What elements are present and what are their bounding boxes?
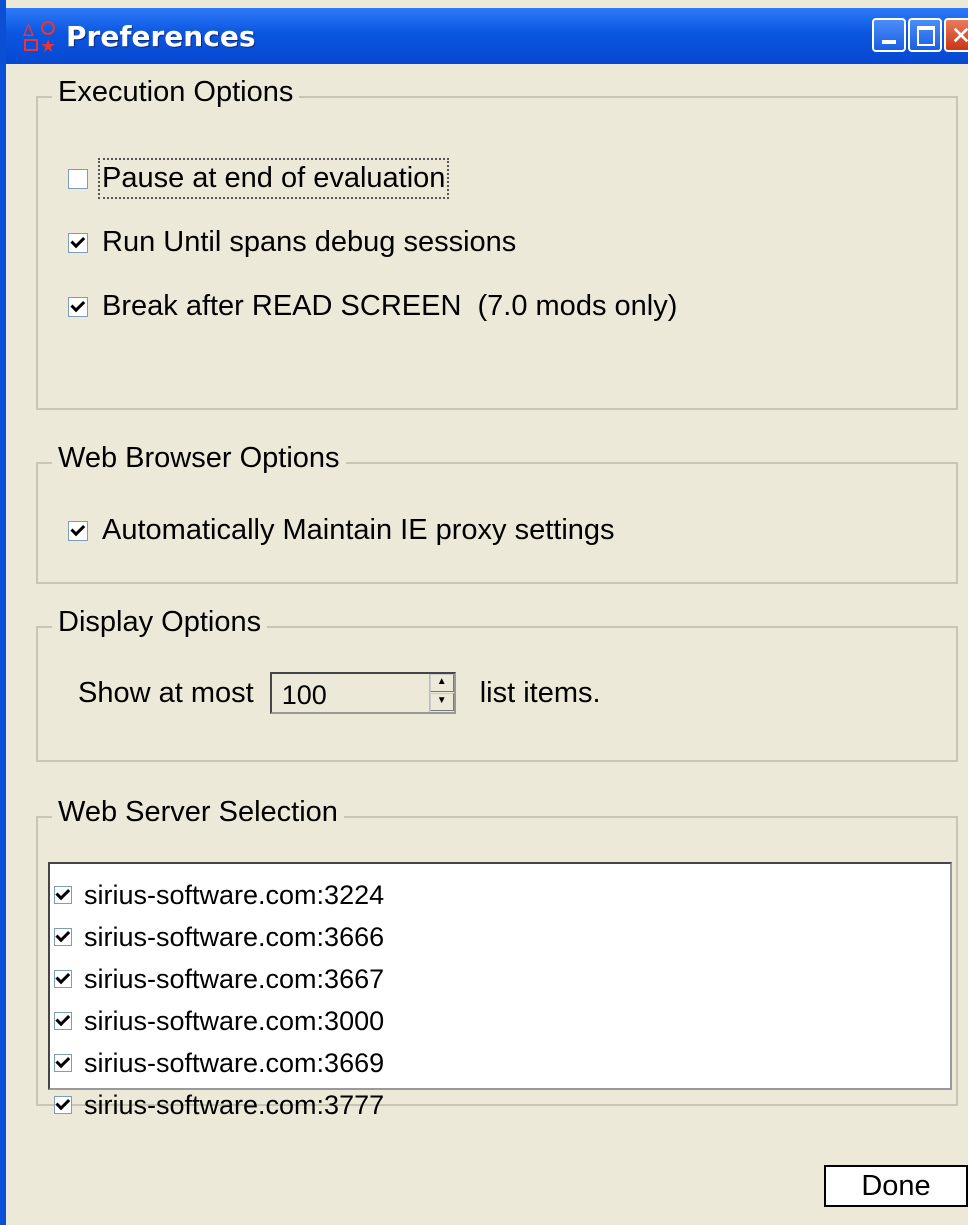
checkbox-box[interactable] — [54, 1054, 72, 1072]
arrow-up-icon: ▲ — [436, 676, 447, 687]
checkbox-box[interactable] — [54, 928, 72, 946]
done-button[interactable]: Done — [824, 1165, 968, 1207]
run-until-checkbox[interactable]: Run Until spans debug sessions — [68, 226, 516, 259]
title-bar[interactable]: Δ ★ Preferences — [6, 8, 968, 64]
list-items-spinbox[interactable]: 100 ▲ ▼ — [269, 672, 456, 714]
spin-up-button[interactable]: ▲ — [429, 674, 454, 692]
spin-down-button[interactable]: ▼ — [429, 693, 454, 711]
maximize-icon — [917, 26, 935, 46]
preferences-window: Δ ★ Preferences Execution Options Pause … — [0, 0, 968, 1225]
checkbox-box[interactable] — [68, 296, 88, 317]
checkbox-box[interactable] — [54, 886, 72, 904]
checkbox-box[interactable] — [54, 1012, 72, 1030]
pause-at-end-checkbox[interactable]: Pause at end of evaluation — [68, 158, 450, 199]
server-list-item[interactable]: sirius-software.com:3666 — [50, 916, 950, 958]
maximize-button[interactable] — [908, 18, 942, 52]
checkbox-box[interactable] — [54, 970, 72, 988]
minimize-icon — [882, 40, 896, 44]
minimize-button[interactable] — [872, 18, 906, 52]
checkbox-box[interactable] — [68, 232, 88, 253]
close-button[interactable] — [944, 18, 968, 52]
web-browser-options-legend: Web Browser Options — [52, 442, 346, 475]
server-list[interactable]: sirius-software.com:3224 sirius-software… — [48, 862, 952, 1120]
list-items-label: list items. — [479, 676, 601, 709]
checkbox-label: Break after READ SCREEN (7.0 mods only) — [102, 290, 678, 322]
server-list-item[interactable]: sirius-software.com:3224 — [50, 874, 950, 916]
break-after-read-screen-checkbox[interactable]: Break after READ SCREEN (7.0 mods only) — [68, 290, 677, 323]
display-options-legend: Display Options — [52, 606, 268, 639]
checkbox-box[interactable] — [54, 1096, 72, 1114]
arrow-down-icon: ▼ — [436, 695, 447, 706]
maintain-ie-proxy-checkbox[interactable]: Automatically Maintain IE proxy settings — [68, 514, 615, 547]
server-label: sirius-software.com:3000 — [84, 1005, 385, 1036]
checkbox-label: Pause at end of evaluation — [97, 158, 450, 199]
checkbox-box[interactable] — [68, 520, 88, 541]
checkbox-label: Automatically Maintain IE proxy settings — [102, 514, 615, 546]
server-list-item[interactable]: sirius-software.com:3777 — [50, 1084, 950, 1126]
show-at-most-label: Show at most — [78, 676, 254, 709]
web-server-selection-legend: Web Server Selection — [52, 796, 344, 829]
server-list-item[interactable]: sirius-software.com:3000 — [50, 1000, 950, 1042]
checkbox-label: Run Until spans debug sessions — [102, 226, 517, 258]
server-list-item[interactable]: sirius-software.com:3669 — [50, 1042, 950, 1084]
close-icon — [953, 27, 968, 43]
server-label: sirius-software.com:3666 — [84, 921, 385, 952]
server-label: sirius-software.com:3777 — [84, 1089, 385, 1120]
server-list-item[interactable]: sirius-software.com:3667 — [50, 958, 950, 1000]
checkbox-box[interactable] — [68, 168, 88, 189]
execution-options-legend: Execution Options — [52, 76, 300, 109]
show-at-most-row: Show at most 100 ▲ ▼ list items. — [78, 672, 601, 714]
server-label: sirius-software.com:3667 — [84, 963, 385, 994]
server-label: sirius-software.com:3224 — [84, 879, 385, 910]
svg-text:★: ★ — [40, 36, 56, 54]
server-label: sirius-software.com:3669 — [84, 1047, 385, 1078]
svg-text:Δ: Δ — [23, 21, 34, 40]
spinner: ▲ ▼ — [428, 674, 454, 712]
window-title: Preferences — [66, 20, 256, 53]
list-items-value[interactable]: 100 — [282, 680, 327, 711]
app-icon: Δ ★ — [23, 21, 56, 54]
